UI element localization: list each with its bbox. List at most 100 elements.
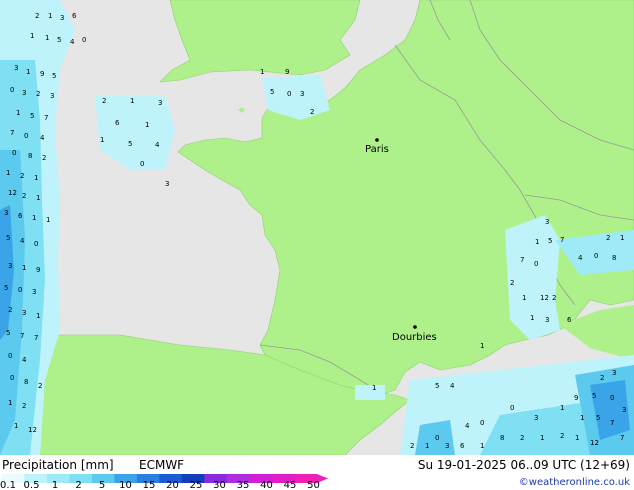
precip-value: 6 <box>72 12 77 20</box>
precip-value: 0 <box>480 419 484 427</box>
precip-value: 5 <box>6 329 10 337</box>
precip-value: 9 <box>36 266 40 274</box>
legend-label: 50 <box>307 480 320 490</box>
precip-value: 4 <box>155 141 160 149</box>
precip-value: 8 <box>28 152 32 160</box>
precip-value: 3 <box>622 406 626 414</box>
legend-label: 20 <box>166 480 179 490</box>
precip-value: 2 <box>600 374 604 382</box>
precip-value: 5 <box>435 382 439 390</box>
precip-value: 5 <box>270 88 274 96</box>
precip-value: 0 <box>510 404 514 412</box>
footer-bar: Precipitation [mm] ECMWF Su 19-01-2025 0… <box>0 455 634 490</box>
precip-value: 1 <box>480 342 484 350</box>
precip-value: 0 <box>82 36 86 44</box>
precip-value: 1 <box>6 169 10 177</box>
precip-value: 2 <box>410 442 414 450</box>
precip-value: 2 <box>22 402 26 410</box>
precip-value: 2 <box>102 97 106 105</box>
precip-value: 1 <box>530 314 534 322</box>
precip-value: 3 <box>60 14 64 22</box>
precip-value: 1 <box>575 434 579 442</box>
precip-value: 4 <box>70 38 75 46</box>
precip-value: 3 <box>4 209 8 217</box>
precip-value: 0 <box>435 434 439 442</box>
credit-link[interactable]: ©weatheronline.co.uk <box>519 477 630 488</box>
precip-value: 5 <box>6 234 10 242</box>
precip-value: 3 <box>22 89 26 97</box>
valid-time: Su 19-01-2025 06..09 UTC (12+69) <box>417 458 630 472</box>
precip-value: 6 <box>460 442 465 450</box>
precip-value: 5 <box>596 414 600 422</box>
precip-value: 1 <box>36 312 40 320</box>
precip-value: 1 <box>540 434 544 442</box>
precip-value: 1 <box>46 216 50 224</box>
city-label: Dourbies <box>392 332 437 343</box>
legend-label: 0.1 <box>0 480 16 490</box>
precip-value: 4 <box>40 134 45 142</box>
precip-value: 0 <box>10 374 14 382</box>
precip-value: 12 <box>28 426 37 434</box>
precip-value: 0 <box>287 90 291 98</box>
precip-value: 1 <box>8 399 12 407</box>
precip-value: 3 <box>165 180 169 188</box>
precip-value: 7 <box>560 236 564 244</box>
precip-value: 2 <box>8 306 12 314</box>
precip-value: 0 <box>18 286 22 294</box>
precip-value: 3 <box>445 442 449 450</box>
precip-value: 0 <box>10 86 14 94</box>
precip-value: 2 <box>510 279 514 287</box>
legend-label: 30 <box>213 480 226 490</box>
legend-title: Precipitation [mm] <box>2 458 114 472</box>
precip-value: 4 <box>22 356 27 364</box>
precip-value: 1 <box>522 294 526 302</box>
precip-value: 3 <box>8 262 12 270</box>
legend-label: 15 <box>142 480 156 490</box>
precip-value: 3 <box>534 414 538 422</box>
legend-label: 2 <box>75 480 82 490</box>
precip-value: 0 <box>140 160 144 168</box>
precip-value: 3 <box>50 92 54 100</box>
legend-label: 1 <box>51 480 59 490</box>
precip-value: 3 <box>22 309 26 317</box>
precip-value: 5 <box>592 392 596 400</box>
precip-value: 2 <box>606 234 610 242</box>
precip-value: 7 <box>34 334 38 342</box>
legend-label: 45 <box>283 480 297 490</box>
precip-value: 7 <box>10 129 14 137</box>
precip-value: 5 <box>128 140 132 148</box>
precip-value: 12 <box>540 294 549 302</box>
precip-value: 1 <box>48 12 52 20</box>
precip-value: 1 <box>425 442 429 450</box>
precip-value: 3 <box>612 369 616 377</box>
precip-value: 1 <box>34 174 38 182</box>
precip-value: 2 <box>20 172 24 180</box>
precip-value: 12 <box>8 189 17 197</box>
precip-value: 1 <box>580 414 584 422</box>
precip-value: 3 <box>32 288 36 296</box>
legend-label: 10 <box>119 480 132 490</box>
precip-value: 1 <box>130 97 134 105</box>
precip-value: 3 <box>545 316 549 324</box>
precip-value: 0 <box>534 260 538 268</box>
city-label: Paris <box>365 144 389 155</box>
precip-value: 7 <box>20 332 24 340</box>
precip-value: 1 <box>620 234 624 242</box>
precip-value: 0 <box>610 394 614 402</box>
precip-value: 8 <box>24 378 28 386</box>
precip-value: 0 <box>24 132 28 140</box>
precip-value: 8 <box>612 254 616 262</box>
precip-value: 2 <box>520 434 524 442</box>
precip-value: 5 <box>30 112 34 120</box>
precip-value: 1 <box>14 422 18 430</box>
precip-value: 2 <box>35 12 39 20</box>
precip-value: 1 <box>372 384 376 392</box>
precip-value: 1 <box>535 238 539 246</box>
precip-value: 3 <box>158 99 162 107</box>
precip-value: 12 <box>590 439 599 447</box>
precip-value: 4 <box>450 382 455 390</box>
precip-value: 1 <box>260 68 264 76</box>
precip-value: 1 <box>16 109 20 117</box>
city-marker <box>375 138 379 142</box>
precip-value: 0 <box>594 252 598 260</box>
